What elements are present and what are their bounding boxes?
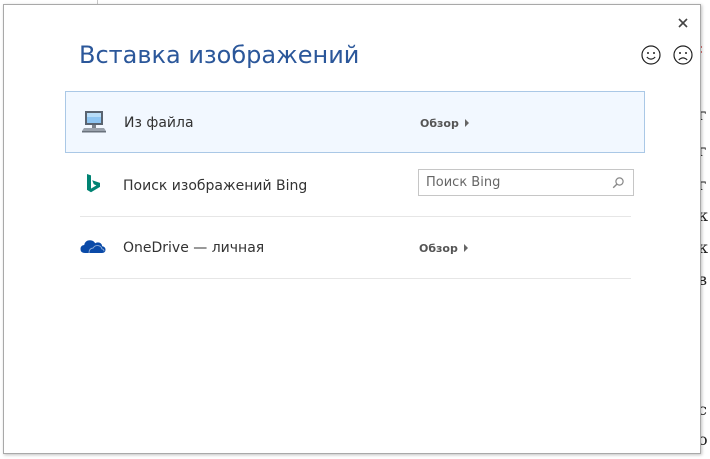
source-label: Поиск изображений Bing — [123, 178, 308, 194]
row-divider — [80, 278, 631, 279]
caret-right-icon — [464, 119, 469, 127]
browse-button[interactable]: Обзор — [420, 117, 469, 130]
onedrive-cloud-icon — [80, 240, 106, 254]
source-row-bing: Поиск изображений Bing — [65, 155, 645, 217]
browse-button[interactable]: Обзор — [419, 242, 468, 255]
source-row-onedrive[interactable]: OneDrive — личная Обзор — [65, 217, 645, 279]
computer-monitor-icon — [82, 111, 106, 133]
screen: : г г г к к в с о Вставка изображений — [0, 0, 710, 459]
frown-icon[interactable] — [672, 44, 694, 66]
bing-search-box — [418, 169, 634, 196]
browse-label: Обзор — [419, 242, 458, 255]
search-icon[interactable] — [610, 175, 626, 191]
close-icon[interactable] — [673, 13, 693, 33]
smile-icon[interactable] — [640, 44, 662, 66]
bing-search-input[interactable] — [419, 170, 603, 195]
dialog-title: Вставка изображений — [79, 41, 360, 69]
bing-logo-icon — [87, 174, 100, 193]
source-label: Из файла — [124, 115, 194, 131]
insert-pictures-dialog: Вставка изображений Из файла Обзор Поиск… — [3, 4, 701, 454]
source-row-from-file[interactable]: Из файла Обзор — [65, 91, 645, 153]
browse-label: Обзор — [420, 117, 459, 130]
caret-right-icon — [463, 244, 468, 252]
source-label: OneDrive — личная — [123, 240, 265, 256]
